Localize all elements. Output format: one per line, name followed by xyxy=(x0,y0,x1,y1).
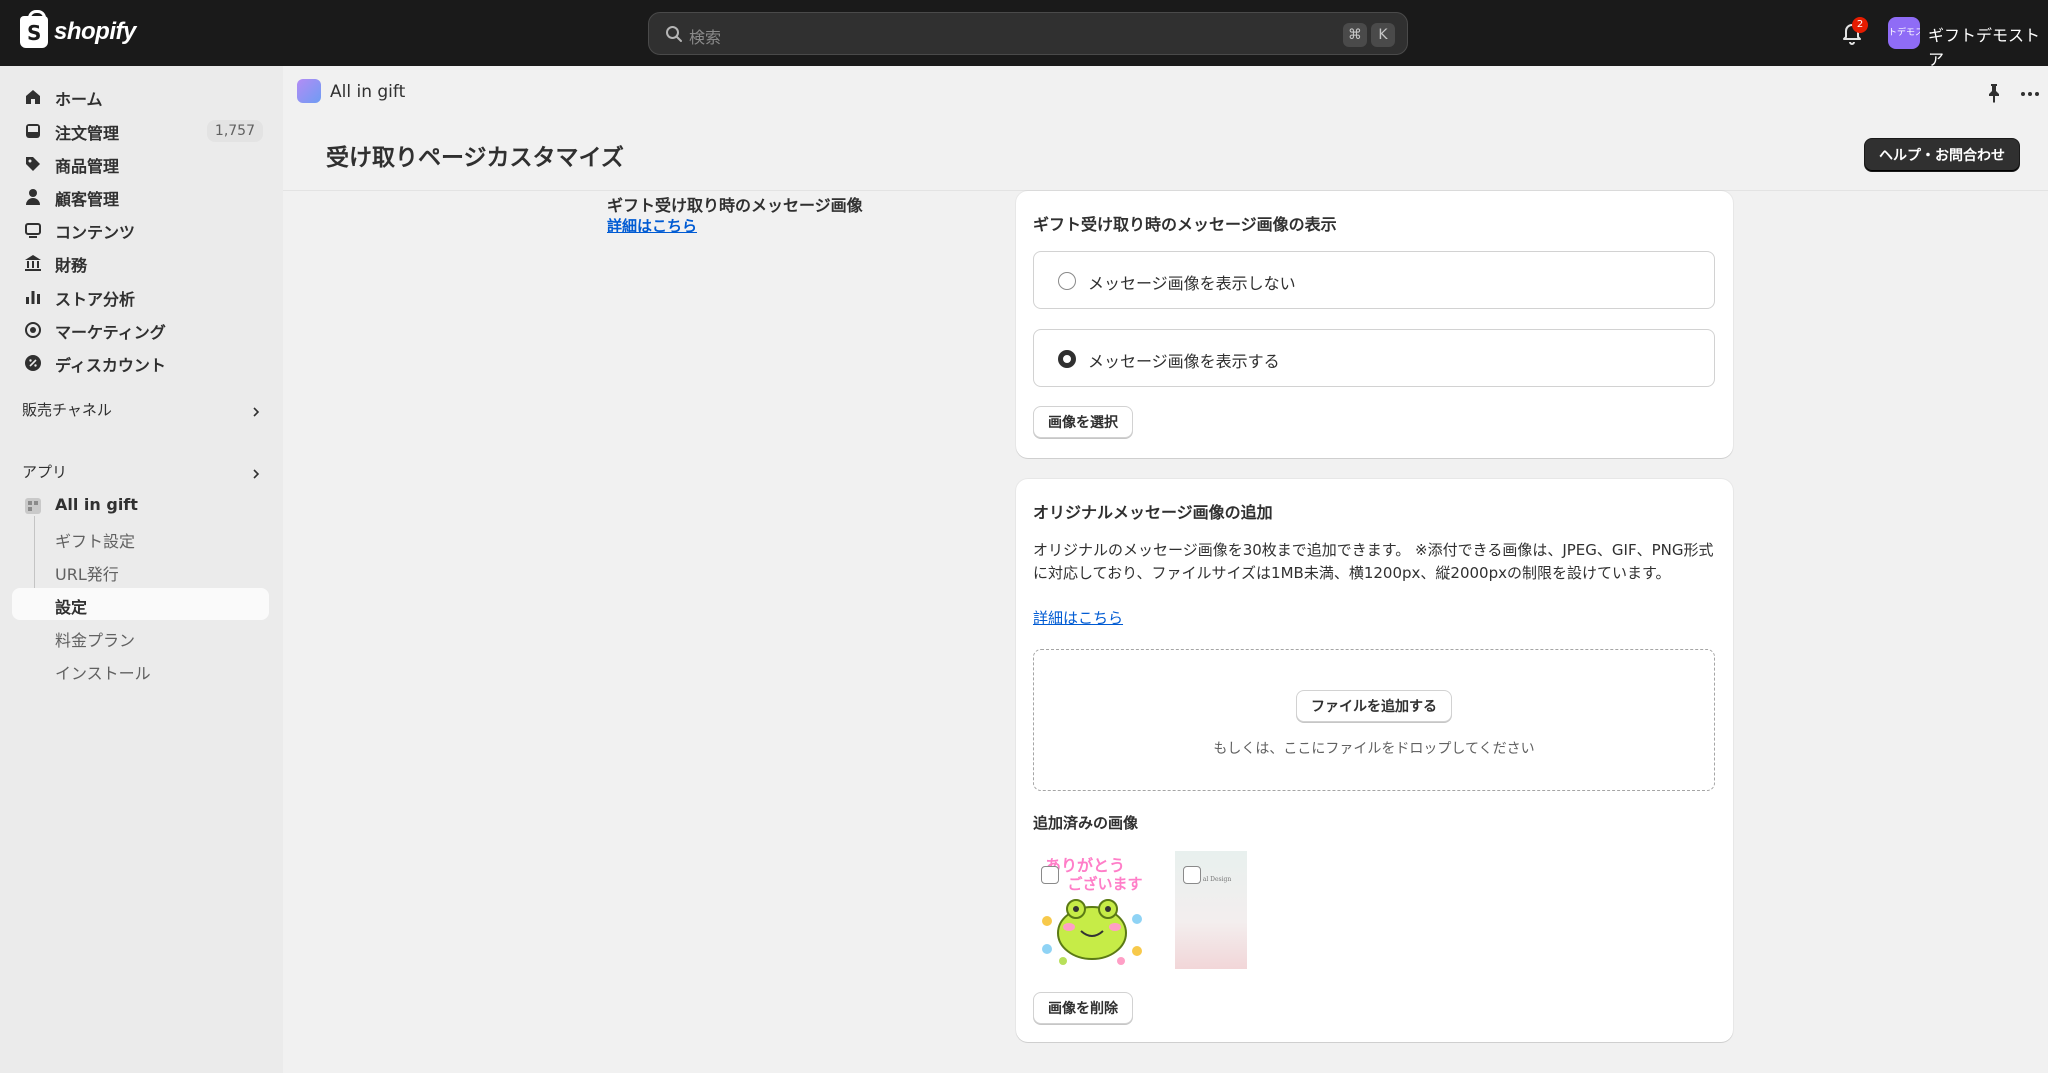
chevron-right-icon[interactable] xyxy=(250,406,262,418)
sidebar-item-label: 料金プラン xyxy=(55,631,136,650)
display-setting-card: ギフト受け取り時のメッセージ画像の表示 メッセージ画像を表示しない メッセージ画… xyxy=(1016,191,1733,458)
sidebar-item-products[interactable]: 商品管理 xyxy=(12,147,269,179)
notification-badge: 2 xyxy=(1852,17,1868,33)
sidebar-item-install[interactable]: インストール xyxy=(12,654,269,686)
discount-icon xyxy=(25,355,41,371)
sidebar-item-pricing[interactable]: 料金プラン xyxy=(12,621,269,653)
orders-count-badge: 1,757 xyxy=(206,120,263,142)
more-actions-icon[interactable] xyxy=(2021,92,2039,96)
sidebar-item-url[interactable]: URL発行 xyxy=(12,555,269,587)
help-contact-button[interactable]: ヘルプ・お問合わせ xyxy=(1864,138,2020,172)
sidebar-item-orders[interactable]: 注文管理 1,757 xyxy=(12,114,269,146)
sidebar-item-label: 設定 xyxy=(55,598,88,617)
option-hide-image[interactable]: メッセージ画像を表示しない xyxy=(1033,251,1715,309)
upload-details-link[interactable]: 詳細はこちら xyxy=(1033,607,1123,628)
pin-icon[interactable] xyxy=(1985,83,2003,103)
added-images-title: 追加済みの画像 xyxy=(1033,814,1139,832)
shortcut-k-key: K xyxy=(1371,23,1395,47)
sidebar-item-settings[interactable]: 設定 xyxy=(12,588,269,620)
sidebar-item-label: インストール xyxy=(55,664,151,683)
bar-chart-icon xyxy=(26,291,40,304)
target-icon xyxy=(25,322,41,338)
thumbnail-frog[interactable]: ありがとう ございます xyxy=(1033,851,1151,969)
top-bar: shopify 検索 ⌘ K 2 トデモス ギフトデモストア xyxy=(0,0,2048,69)
thumbnail-card[interactable]: al Design xyxy=(1175,851,1247,969)
inbox-icon xyxy=(26,124,40,138)
sidebar-item-label: ギフト設定 xyxy=(55,532,136,551)
radio-label: メッセージ画像を表示しない xyxy=(1088,274,1296,293)
sidebar-item-all-in-gift[interactable]: All in gift xyxy=(12,489,269,521)
bank-icon xyxy=(25,255,41,271)
radio-label: メッセージ画像を表示する xyxy=(1088,352,1280,371)
sidebar-item-label: ホーム xyxy=(55,90,103,109)
sidebar-item-customers[interactable]: 顧客管理 xyxy=(12,180,269,212)
card-title: ギフト受け取り時のメッセージ画像の表示 xyxy=(1033,215,1337,234)
sidebar-item-label: ディスカウント xyxy=(55,356,166,375)
thumb-text-line2: ございます xyxy=(1067,875,1142,893)
store-name[interactable]: ギフトデモストア xyxy=(1928,22,2048,70)
chevron-right-icon[interactable] xyxy=(250,468,262,480)
sidebar-item-marketing[interactable]: マーケティング xyxy=(12,313,269,345)
sidebar-item-analytics[interactable]: ストア分析 xyxy=(12,280,269,312)
shopify-logo[interactable]: shopify xyxy=(20,10,136,48)
search-icon xyxy=(666,26,682,42)
thumb-checkbox[interactable] xyxy=(1183,866,1201,884)
file-dropzone[interactable]: ファイルを追加する もしくは、ここにファイルをドロップしてください xyxy=(1033,649,1715,791)
person-icon xyxy=(26,189,40,205)
apps-heading[interactable]: アプリ xyxy=(22,461,67,482)
search-placeholder: 検索 xyxy=(689,28,722,47)
drop-hint: もしくは、ここにファイルをドロップしてください xyxy=(1213,741,1535,757)
upload-description: オリジナルのメッセージ画像を30枚まで追加できます。 ※添付できる画像は、JPE… xyxy=(1033,541,1714,582)
page-title: 受け取りページカスタマイズ xyxy=(326,145,624,171)
app-grid-icon xyxy=(25,498,41,514)
content-icon xyxy=(25,223,41,238)
search-bar[interactable]: 検索 ⌘ K xyxy=(648,12,1408,55)
sidebar-item-label: All in gift xyxy=(55,495,138,514)
app-bar: All in gift xyxy=(283,66,2048,120)
section-title: ギフト受け取り時のメッセージ画像 xyxy=(607,196,863,215)
sidebar-item-label: コンテンツ xyxy=(55,223,136,242)
delete-image-button[interactable]: 画像を削除 xyxy=(1033,992,1133,1024)
sidebar-item-discounts[interactable]: ディスカウント xyxy=(12,346,269,378)
app-title: All in gift xyxy=(330,82,406,102)
sidebar-item-finance[interactable]: 財務 xyxy=(12,246,269,278)
sidebar-item-label: 顧客管理 xyxy=(55,190,120,209)
brand-text: shopify xyxy=(54,18,136,45)
tag-icon xyxy=(26,157,40,171)
shortcut-cmd-key: ⌘ xyxy=(1343,23,1367,47)
store-avatar[interactable]: トデモス xyxy=(1888,17,1920,49)
add-file-button[interactable]: ファイルを追加する xyxy=(1296,690,1452,722)
select-image-button[interactable]: 画像を選択 xyxy=(1033,406,1133,438)
sidebar-item-label: URL発行 xyxy=(55,565,119,584)
radio-show[interactable] xyxy=(1058,350,1076,368)
sidebar-item-label: マーケティング xyxy=(55,323,166,342)
app-logo-icon xyxy=(297,79,321,103)
thumb-checkbox[interactable] xyxy=(1041,866,1059,884)
sidebar-item-label: 財務 xyxy=(55,256,88,275)
sidebar-item-content[interactable]: コンテンツ xyxy=(12,213,269,245)
sales-channels-heading[interactable]: 販売チャネル xyxy=(22,399,112,420)
sidebar-item-label: 商品管理 xyxy=(55,157,120,176)
card-title: オリジナルメッセージ画像の追加 xyxy=(1033,503,1273,522)
sidebar-item-label: 注文管理 xyxy=(55,124,120,143)
section-details-link[interactable]: 詳細はこちら xyxy=(607,215,697,236)
home-icon xyxy=(26,90,40,104)
sidebar-item-label: ストア分析 xyxy=(55,290,136,309)
sidebar-item-gift-settings[interactable]: ギフト設定 xyxy=(12,522,269,554)
shopify-bag-icon xyxy=(20,10,48,48)
radio-hide[interactable] xyxy=(1058,272,1076,290)
option-show-image[interactable]: メッセージ画像を表示する xyxy=(1033,329,1715,387)
thumb-text: al Design xyxy=(1203,876,1232,883)
upload-card: オリジナルメッセージ画像の追加 オリジナルのメッセージ画像を30枚まで追加できま… xyxy=(1016,479,1733,1042)
sidebar-item-home[interactable]: ホーム xyxy=(12,80,269,112)
